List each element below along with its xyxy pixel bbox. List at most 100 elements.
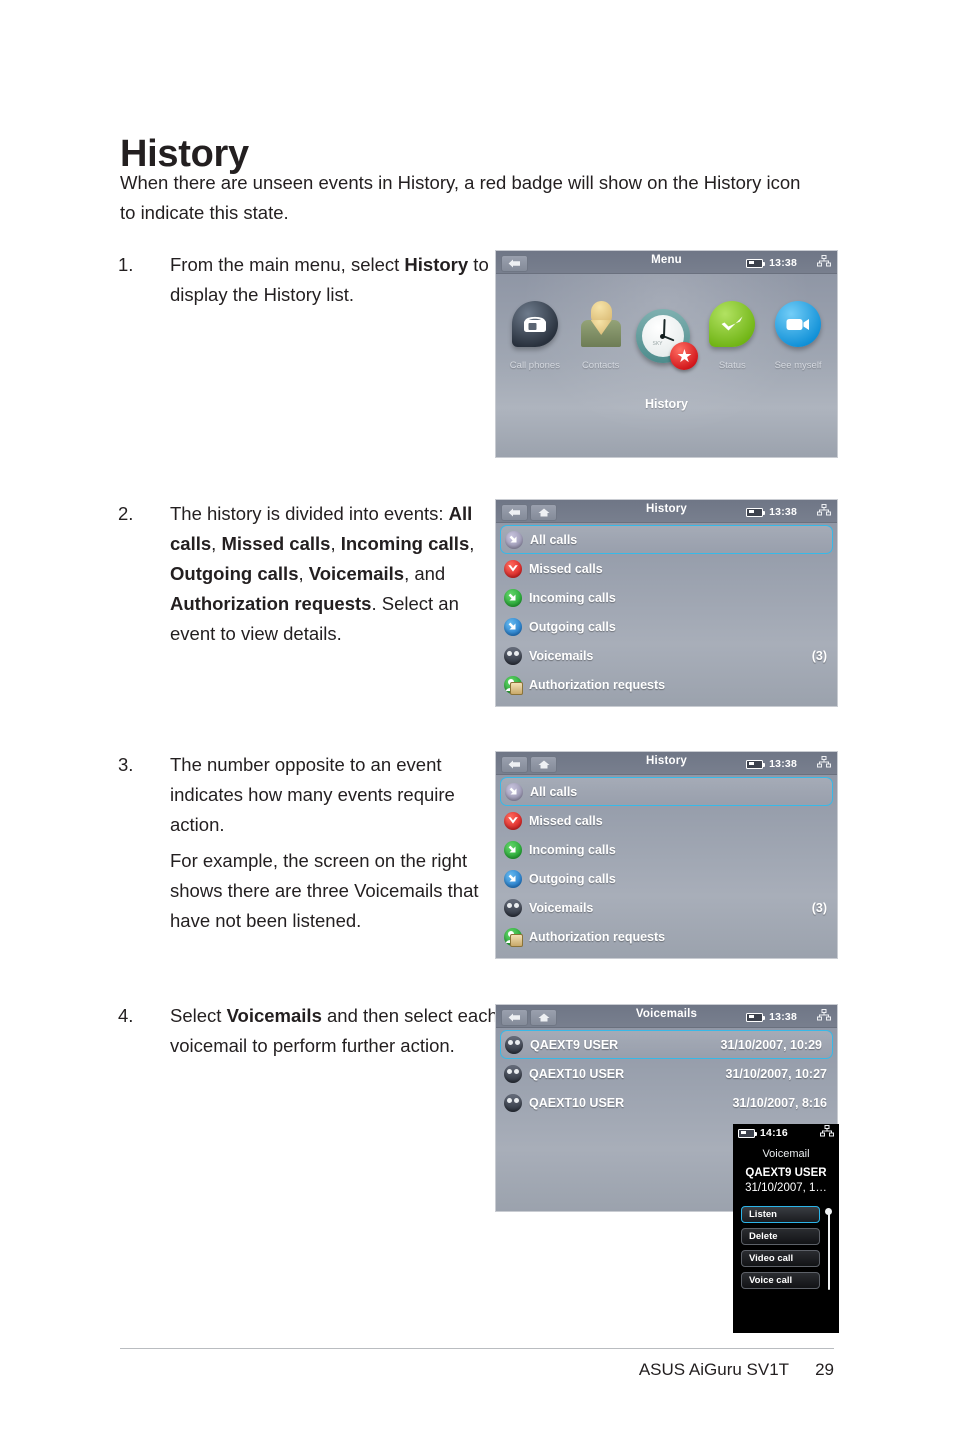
status-bar: Menu 13:38 [496,251,837,274]
menu-item-see-myself[interactable]: See myself [767,292,829,371]
voicemail-detail-popup: 14:16 Voicemail QAEXT9 USER 31/10/2007, … [733,1124,839,1333]
voicemail-icon [504,646,522,665]
check-icon [701,292,763,356]
screenshot-main-menu: Menu 13:38 Call phones Contacts SKY ★ Hi… [495,250,838,458]
voicemail-icon [504,898,522,917]
popup-action-listen-button[interactable]: Listen [741,1206,820,1223]
clock-icon: SKY ★ [635,307,699,371]
authorization-requests-icon [504,675,523,695]
menu-grid: Call phones Contacts SKY ★ History Statu… [496,274,837,457]
list-item[interactable]: Missed calls [496,554,837,583]
menu-item-label: See myself [774,360,822,371]
list-item[interactable]: Incoming calls [496,583,837,612]
menu-item-call-phones[interactable]: Call phones [504,292,566,371]
voicemail-icon [504,1093,522,1112]
outgoing-calls-icon [504,617,522,636]
clock-time: 13:38 [769,758,797,770]
menu-item-history[interactable]: SKY ★ History [635,307,699,411]
list-item-value: (3) [811,648,827,663]
list-item-label: Outgoing calls [529,619,616,634]
battery-icon [738,1128,757,1138]
step-text: The history is divided into events: All … [170,499,498,649]
network-icon [817,755,831,773]
step-text: The number opposite to an event indicate… [170,750,498,936]
list-item-label: Missed calls [529,813,603,828]
screenshot-history-list-2: History 13:38 All calls Missed calls Incom… [495,751,838,959]
list-item[interactable]: QAEXT9 USER 31/10/2007, 10:29 [500,1030,833,1059]
network-icon [820,1124,834,1142]
missed-calls-icon [504,811,522,830]
list-item[interactable]: Outgoing calls [496,864,837,893]
battery-icon [746,1012,766,1022]
screenshot-history-list-1: History 13:38 All calls Missed calls Incom… [495,499,838,707]
step-3: 3. The number opposite to an event indic… [118,750,498,942]
popup-action-video-call-button[interactable]: Video call [741,1250,820,1267]
step-number: 2. [118,503,134,524]
battery-icon [746,507,766,517]
popup-action-voice-call-button[interactable]: Voice call [741,1272,820,1289]
list-item[interactable]: QAEXT10 USER 31/10/2007, 10:27 [496,1059,837,1088]
incoming-calls-icon [504,588,522,607]
all-calls-icon [505,782,523,801]
list-item-label: QAEXT10 USER [529,1095,625,1110]
list-item-label: All calls [530,532,578,547]
footer-divider [120,1348,834,1349]
status-bar: History 13:38 [496,752,837,775]
list-item[interactable]: Voicemails (3) [496,641,837,670]
menu-item-contacts[interactable]: Contacts [570,292,632,371]
popup-status-bar: 14:16 [733,1124,839,1142]
popup-action-list: Listen Delete Video call Voice call [733,1206,839,1290]
all-calls-icon [505,530,523,549]
outgoing-calls-icon [504,869,522,888]
scrollbar[interactable] [825,1208,832,1290]
list-item[interactable]: Missed calls [496,806,837,835]
list-item-label: QAEXT9 USER [530,1037,619,1052]
footer-product: ASUS AiGuru SV1T [638,1360,790,1379]
step-1: 1. From the main menu, select History to… [118,250,498,316]
list-item-label: Voicemails [529,648,594,663]
history-list: All calls Missed calls Incoming calls Outgo… [496,523,837,699]
list-item[interactable]: QAEXT10 USER 31/10/2007, 8:16 [496,1088,837,1117]
clock-time: 13:38 [769,257,797,269]
list-item[interactable]: Authorization requests [496,922,837,951]
step-number: 3. [118,754,134,775]
list-item-label: QAEXT10 USER [529,1066,625,1081]
authorization-requests-icon [504,927,523,947]
list-item[interactable]: Authorization requests [496,670,837,699]
list-item-label: Incoming calls [529,842,616,857]
menu-item-status[interactable]: Status [701,292,763,371]
menu-item-label: History [644,397,689,411]
video-camera-icon [767,292,829,356]
contact-person-icon [570,292,632,356]
step-paragraph: The number opposite to an event indicate… [170,754,455,835]
status-indicators: 13:38 [746,503,831,521]
list-item-label: Authorization requests [529,929,666,944]
status-indicators: 13:38 [746,1008,831,1026]
list-item[interactable]: Outgoing calls [496,612,837,641]
battery-icon [746,258,766,268]
manual-page: History When there are unseen events in … [0,0,954,1438]
list-item[interactable]: All calls [500,525,833,554]
list-item-label: Authorization requests [529,677,666,692]
popup-timestamp: 31/10/2007, 1… [745,1182,827,1194]
incoming-calls-icon [504,840,522,859]
status-indicators: 13:38 [746,254,831,272]
list-item[interactable]: Voicemails (3) [496,893,837,922]
phone-icon [504,292,566,356]
list-item[interactable]: All calls [500,777,833,806]
status-bar: History 13:38 [496,500,837,523]
page-number: 29 [815,1360,834,1379]
popup-title: Voicemail [762,1148,810,1160]
list-item[interactable]: Incoming calls [496,835,837,864]
popup-contact-name: QAEXT9 USER [745,1167,827,1179]
clock-time: 13:38 [769,506,797,518]
voicemails-list: QAEXT9 USER 31/10/2007, 10:29 QAEXT10 USER… [496,1028,837,1117]
voicemail-icon [504,1064,522,1083]
step-paragraph: The history is divided into events: All … [170,503,475,644]
list-item-label: Voicemails [529,900,594,915]
menu-item-label: Contacts [581,360,620,371]
step-number: 4. [118,1005,134,1026]
list-item-value: 31/10/2007, 10:27 [725,1066,827,1081]
popup-action-delete-button[interactable]: Delete [741,1228,820,1245]
history-list: All calls Missed calls Incoming calls Outgo… [496,775,837,951]
